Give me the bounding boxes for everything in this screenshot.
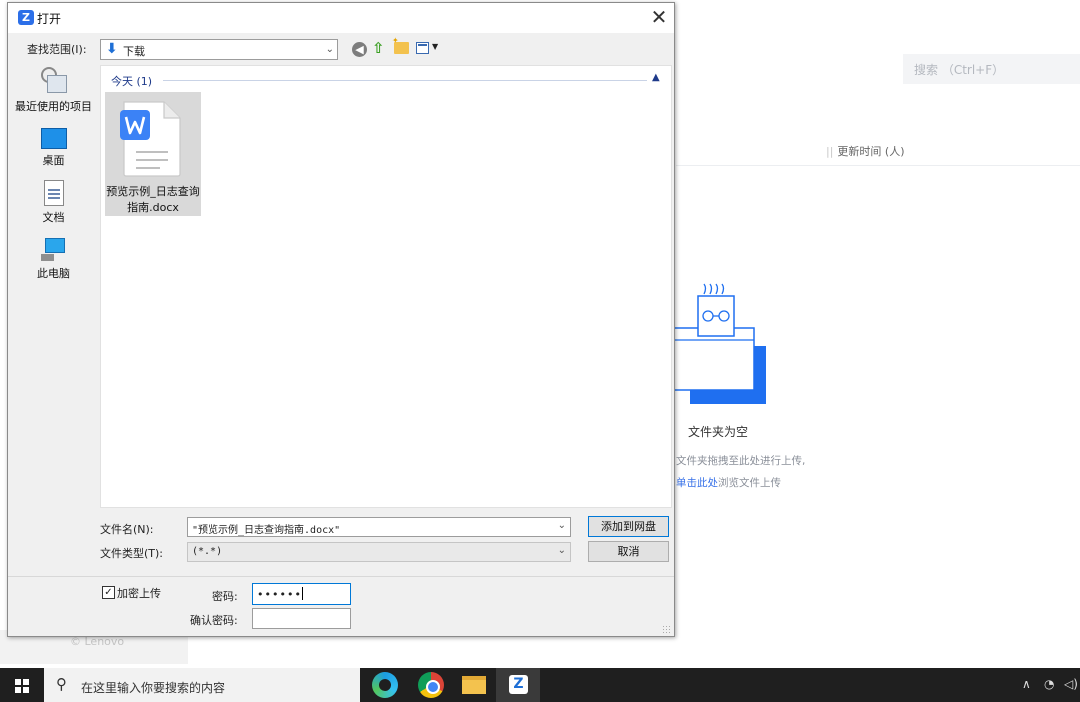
confirm-password-field[interactable]: [252, 608, 351, 629]
file-list[interactable]: 今天 (1) ▲ 预览示例_日志查询 指南.docx: [100, 65, 672, 508]
file-type-label: 文件类型(T):: [100, 547, 164, 560]
up-folder-icon[interactable]: ⇧: [372, 39, 385, 57]
look-in-value: 下载: [123, 45, 145, 58]
view-menu-arrow-icon[interactable]: ▼: [432, 42, 438, 51]
view-menu-icon[interactable]: [416, 42, 429, 54]
places-bar: 最近使用的项目 桌面 文档 此电脑: [8, 62, 99, 576]
bg-search-input[interactable]: 搜索 （Ctrl+F）: [903, 54, 1080, 84]
taskbar: ⚲ 在这里输入你要搜索的内容 Z ∧ ◔ ◁): [0, 668, 1080, 702]
windows-start-icon[interactable]: [15, 679, 29, 693]
bg-column-header-label: 更新时间 (人): [837, 145, 905, 158]
empty-folder-upload-hint: 单击此处浏览文件上传: [676, 475, 781, 490]
password-value: ••••••: [257, 588, 302, 601]
place-label: 此电脑: [37, 267, 70, 280]
zapp-taskbar-button[interactable]: Z: [496, 668, 540, 702]
place-label: 桌面: [42, 154, 65, 167]
collapse-chevron-icon[interactable]: ▲: [652, 72, 660, 83]
bg-header-divider: [676, 165, 1080, 166]
file-name-input[interactable]: "预览示例_日志查询指南.docx" ⌄: [187, 517, 571, 537]
new-folder-icon[interactable]: [392, 36, 409, 54]
taskbar-search-placeholder: 在这里输入你要搜索的内容: [81, 681, 226, 695]
chevron-down-icon[interactable]: ⌄: [558, 520, 566, 531]
resize-grip-icon[interactable]: [662, 625, 671, 634]
look-in-dropdown[interactable]: ⬇ 下载 ⌄: [100, 39, 338, 60]
documents-icon: [43, 180, 64, 206]
edge-icon[interactable]: [372, 672, 398, 698]
place-label: 文档: [42, 211, 65, 224]
password-label: 密码:: [212, 590, 238, 603]
place-recent[interactable]: 最近使用的项目: [8, 67, 99, 114]
empty-folder-illustration: [674, 283, 766, 404]
bg-column-header-updated[interactable]: || 更新时间 (人): [826, 143, 905, 159]
desktop-icon: [40, 128, 67, 149]
group-divider: [163, 80, 647, 81]
app-logo-icon: Z: [18, 10, 34, 25]
recent-icon: [40, 67, 67, 95]
wifi-icon[interactable]: ◔: [1044, 677, 1054, 691]
chevron-down-icon: ⌄: [325, 44, 334, 55]
confirm-password-label: 确认密码:: [190, 614, 238, 627]
add-to-drive-button[interactable]: 添加到网盘: [588, 516, 669, 537]
browse-upload-text: 浏览文件上传: [718, 477, 781, 489]
empty-folder-hint: 文件夹拖拽至此处进行上传,: [676, 455, 806, 467]
tray-chevron-icon[interactable]: ∧: [1022, 677, 1031, 691]
file-explorer-icon[interactable]: [462, 676, 486, 694]
screen: 搜索 （Ctrl+F） || 更新时间 (人) 文件夹为空 文件夹拖拽至此处进行上…: [0, 0, 1080, 702]
place-documents[interactable]: 文档: [8, 180, 99, 225]
place-label: 最近使用的项目: [15, 100, 92, 113]
encrypt-upload-label[interactable]: 加密上传: [117, 585, 161, 601]
back-icon[interactable]: ◀: [352, 42, 367, 57]
open-file-dialog: Z 打开 ✕ 查找范围(I): ⬇ 下载 ⌄ ◀ ⇧ ▼ 最近使用的项目 桌面: [7, 2, 675, 637]
place-this-pc[interactable]: 此电脑: [8, 238, 99, 281]
cancel-button[interactable]: 取消: [588, 541, 669, 562]
empty-folder-title: 文件夹为空: [688, 425, 749, 439]
dialog-titlebar[interactable]: Z 打开 ✕: [8, 3, 674, 33]
close-button[interactable]: ✕: [645, 6, 673, 30]
place-desktop[interactable]: 桌面: [8, 128, 99, 168]
file-name-value: "预览示例_日志查询指南.docx": [192, 525, 341, 536]
dialog-divider: [8, 576, 674, 577]
dialog-title: 打开: [37, 12, 62, 26]
this-pc-icon: [40, 238, 67, 262]
download-arrow-icon: ⬇: [106, 41, 118, 57]
word-doc-icon: [120, 101, 181, 177]
file-type-select[interactable]: (*.*) ⌄: [187, 542, 571, 562]
group-header-today[interactable]: 今天 (1): [111, 73, 152, 89]
file-type-value: (*.*): [192, 546, 223, 557]
volume-icon[interactable]: ◁): [1064, 677, 1078, 691]
file-name-label: 预览示例_日志查询 指南.docx: [106, 185, 200, 214]
password-field[interactable]: ••••••: [252, 583, 351, 605]
look-in-label: 查找范围(I):: [27, 43, 87, 56]
file-item[interactable]: 预览示例_日志查询 指南.docx: [105, 92, 201, 216]
encrypt-upload-checkbox[interactable]: ✓: [102, 586, 115, 599]
click-here-link[interactable]: 单击此处: [676, 477, 718, 489]
search-icon: ⚲: [56, 675, 67, 693]
file-name-field-label: 文件名(N):: [100, 523, 154, 536]
chevron-down-icon[interactable]: ⌄: [558, 545, 566, 556]
zapp-icon: Z: [509, 675, 528, 694]
taskbar-search-box[interactable]: ⚲ 在这里输入你要搜索的内容: [44, 668, 360, 702]
chrome-icon[interactable]: [418, 672, 444, 698]
